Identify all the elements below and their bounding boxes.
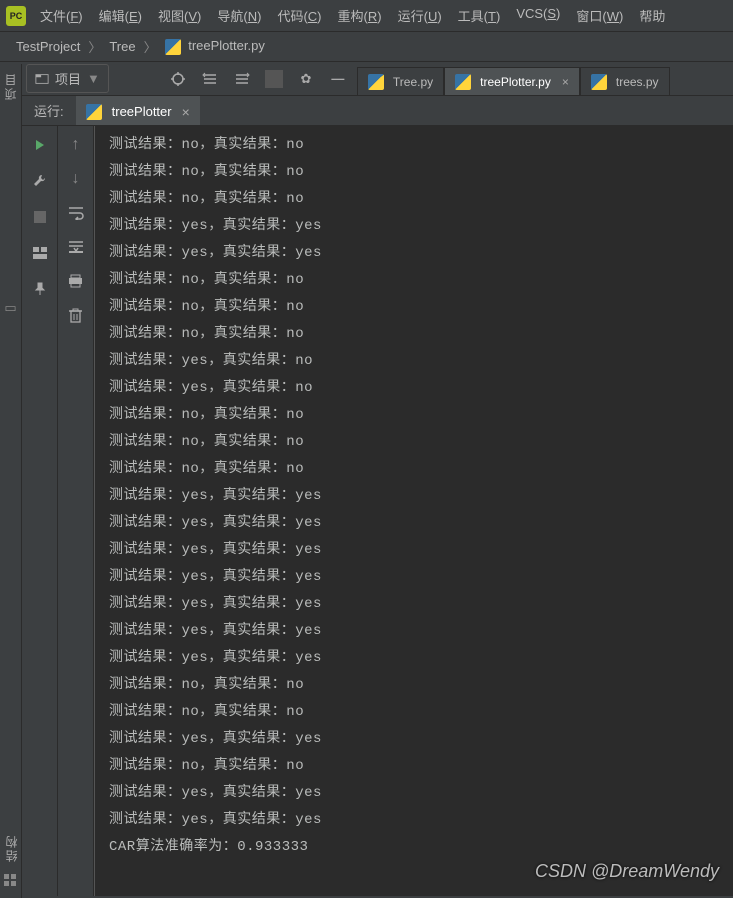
python-file-icon [455, 74, 471, 90]
menu-item[interactable]: 导航(N) [209, 2, 269, 29]
menu-item[interactable]: 视图(V) [150, 2, 209, 29]
python-file-icon [368, 74, 384, 90]
sidebar-project[interactable]: 项目 [2, 72, 19, 100]
left-rail-bottom: 结构 [0, 834, 22, 888]
divider [265, 70, 283, 88]
trash-icon[interactable] [67, 306, 85, 324]
project-selector-label: 项目 [55, 69, 81, 88]
grid-icon[interactable] [4, 874, 18, 888]
collapse-icon[interactable] [233, 70, 251, 88]
run-header: 运行: treePlotter × [22, 96, 733, 126]
minimize-icon[interactable]: — [329, 70, 347, 88]
close-icon[interactable]: × [562, 75, 569, 89]
pin-icon[interactable] [31, 280, 49, 298]
toolbar-row: 项目 ▼ ✿ — Tree.py treePlotter.py × trees.py [0, 62, 733, 96]
scroll-end-icon[interactable] [67, 238, 85, 256]
breadcrumb: TestProject 〉 Tree 〉 treePlotter.py [0, 32, 733, 62]
sidebar-structure[interactable]: 结构 [3, 834, 20, 862]
run-gutter-nav: ↑ ↓ [58, 126, 94, 896]
project-selector[interactable]: 项目 ▼ [26, 64, 109, 93]
project-icon [35, 72, 49, 86]
editor-tab-label: Tree.py [393, 75, 433, 89]
run-tab-label: treePlotter [112, 104, 172, 119]
wrench-icon[interactable] [31, 172, 49, 190]
python-file-icon [86, 104, 102, 120]
stop-icon[interactable] [31, 208, 49, 226]
layout-icon[interactable] [31, 244, 49, 262]
python-file-icon [591, 74, 607, 90]
crumb-file[interactable]: treePlotter.py [161, 36, 269, 57]
chevron-icon: 〉 [144, 37, 157, 56]
run-tab[interactable]: treePlotter × [76, 96, 200, 125]
menu-item[interactable]: 文件(F) [32, 2, 91, 29]
crumb-file-label: treePlotter.py [188, 38, 265, 53]
print-icon[interactable] [67, 272, 85, 290]
run-body: ↑ ↓ 测试结果：no，真实结果：no 测试结果：no，真实结果：no 测试结果… [22, 126, 733, 896]
editor-tab[interactable]: Tree.py [357, 67, 444, 95]
dropdown-icon: ▼ [87, 71, 100, 86]
editor-tab[interactable]: trees.py [580, 67, 670, 95]
menu-item[interactable]: 重构(R) [330, 2, 390, 29]
app-icon: PC [6, 6, 26, 26]
menu-item[interactable]: VCS(S) [508, 2, 568, 29]
wrap-icon[interactable] [67, 204, 85, 222]
run-icon[interactable] [31, 136, 49, 154]
editor-tabs: Tree.py treePlotter.py × trees.py [357, 62, 670, 95]
folder-icon[interactable]: ▭ [4, 300, 16, 316]
crumb-folder[interactable]: Tree [105, 37, 139, 56]
expand-icon[interactable] [201, 70, 219, 88]
menu-item[interactable]: 运行(U) [390, 2, 450, 29]
console-output[interactable]: 测试结果：no，真实结果：no 测试结果：no，真实结果：no 测试结果：no，… [94, 126, 733, 896]
crumb-root[interactable]: TestProject [12, 37, 84, 56]
arrow-down-icon[interactable]: ↓ [67, 170, 85, 188]
menu-item[interactable]: 编辑(E) [91, 2, 150, 29]
menu-item[interactable]: 帮助 [631, 2, 673, 29]
left-rail: 项目 ▭ [0, 64, 22, 898]
menu-item[interactable]: 窗口(W) [568, 2, 631, 29]
gear-icon[interactable]: ✿ [297, 70, 315, 88]
run-label: 运行: [22, 101, 76, 120]
editor-tab-label: trees.py [616, 75, 659, 89]
close-icon[interactable]: × [182, 104, 190, 120]
arrow-up-icon[interactable]: ↑ [67, 136, 85, 154]
editor-tab-label: treePlotter.py [480, 75, 551, 89]
menu-item[interactable]: 工具(T) [450, 2, 509, 29]
run-gutter-actions [22, 126, 58, 896]
chevron-icon: 〉 [88, 37, 101, 56]
menu-item[interactable]: 代码(C) [269, 2, 329, 29]
python-file-icon [165, 39, 181, 55]
menu-bar: PC 文件(F)编辑(E)视图(V)导航(N)代码(C)重构(R)运行(U)工具… [0, 0, 733, 32]
toolbar-icons: ✿ — [169, 70, 347, 88]
target-icon[interactable] [169, 70, 187, 88]
editor-tab[interactable]: treePlotter.py × [444, 67, 580, 95]
